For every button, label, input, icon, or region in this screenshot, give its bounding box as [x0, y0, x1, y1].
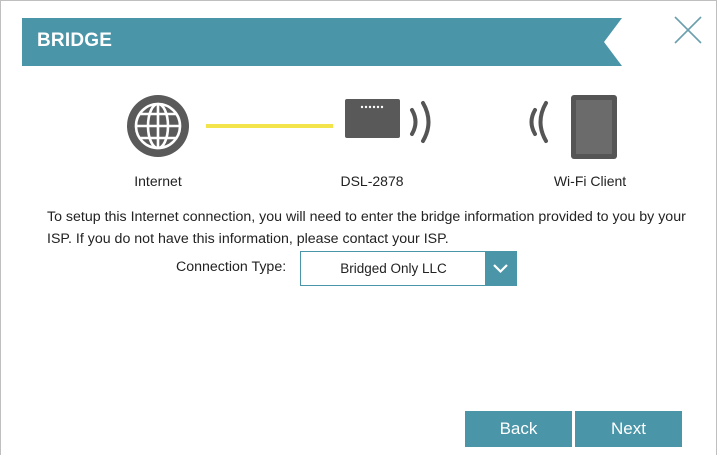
connection-type-label: Connection Type: [176, 259, 287, 275]
network-diagram [127, 95, 617, 159]
router-icon [345, 99, 431, 143]
dropdown-button[interactable] [485, 252, 516, 285]
internet-label: Internet [134, 173, 182, 189]
client-label: Wi-Fi Client [553, 173, 627, 189]
connection-type-select[interactable]: Bridged Only LLC [300, 251, 517, 286]
next-button[interactable]: Next [575, 411, 682, 447]
instructions-text: To setup this Internet connection, you w… [47, 209, 686, 247]
device-label: DSL-2878 [340, 173, 404, 189]
chevron-down-icon [493, 264, 508, 274]
connection-type-value: Bridged Only LLC [340, 261, 447, 276]
globe-icon [127, 95, 189, 157]
back-button[interactable]: Back [465, 411, 572, 447]
tablet-icon [529, 95, 617, 159]
